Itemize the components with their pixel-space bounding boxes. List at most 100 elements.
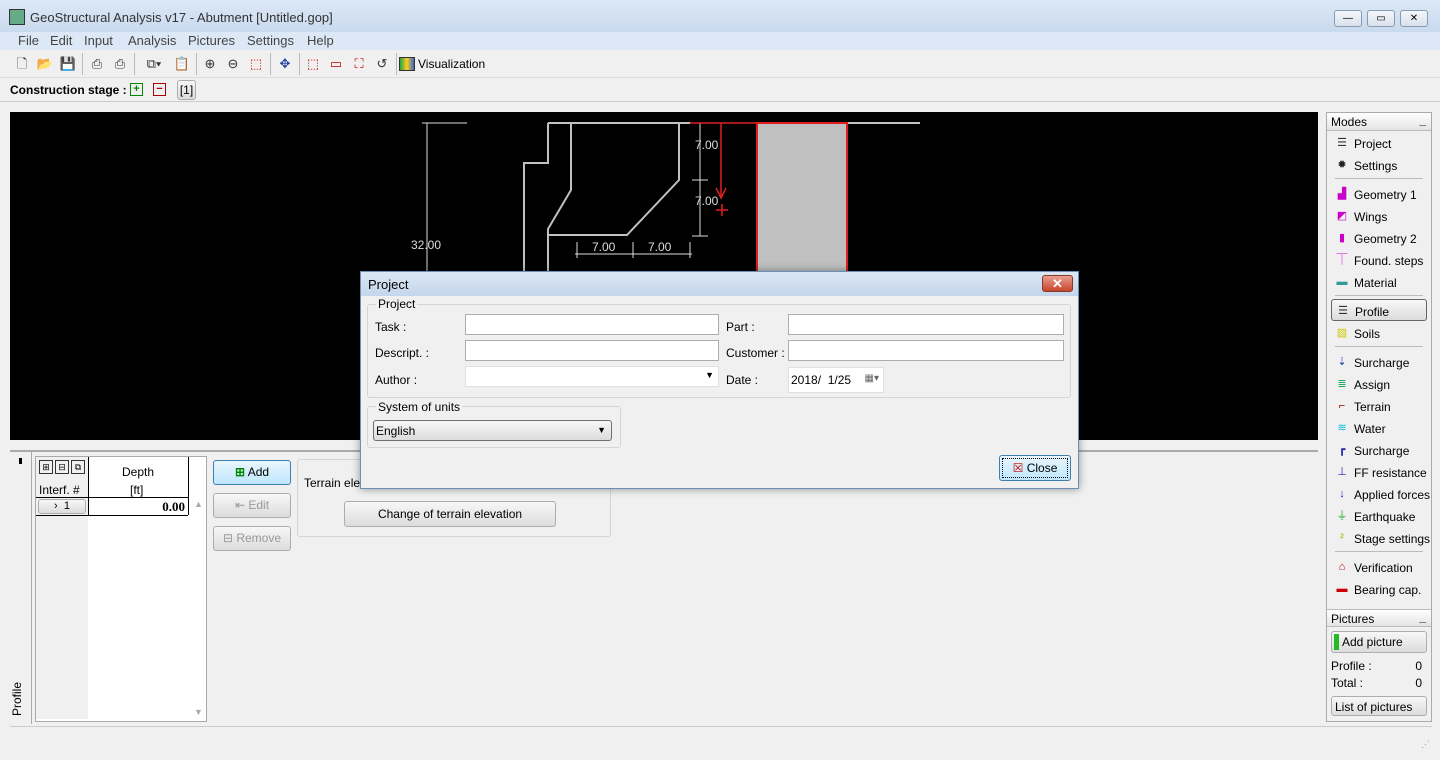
insert-row-icon[interactable]: ⊞: [39, 460, 53, 474]
mode-wings[interactable]: ◩ Wings: [1327, 204, 1431, 226]
profile-count-label: Profile :: [1331, 659, 1372, 673]
pin-icon[interactable]: [19, 458, 22, 464]
calendar-icon[interactable]: ▦▾: [865, 373, 879, 384]
menu-help[interactable]: Help: [307, 33, 334, 48]
wings-icon: ◩: [1336, 210, 1348, 222]
remove-button[interactable]: ⊟ Remove: [213, 526, 291, 551]
list-of-pictures-button[interactable]: List of pictures: [1331, 696, 1427, 716]
mode-label: Terrain: [1354, 399, 1391, 414]
earthquake-icon: ⏚: [1336, 510, 1348, 522]
scroll-down-icon[interactable]: ▼: [194, 707, 203, 717]
close-window-button[interactable]: ✕: [1400, 10, 1428, 27]
select-box-icon[interactable]: ⬚: [303, 54, 323, 74]
title-bar: GeoStructural Analysis v17 - Abutment [U…: [0, 0, 1440, 32]
water-icon: ≋: [1337, 422, 1347, 434]
gear-icon: ✹: [1337, 159, 1347, 171]
mode-water[interactable]: ≋ Water: [1327, 416, 1431, 438]
copy-dropdown-icon[interactable]: ⧉▾: [140, 54, 168, 74]
mode-surcharge[interactable]: ┏ Surcharge: [1327, 438, 1431, 460]
mode-assign[interactable]: ≣ Assign: [1327, 372, 1431, 394]
new-file-icon[interactable]: 🗋: [12, 54, 32, 74]
assign-icon: ≣: [1337, 378, 1347, 390]
mode-ff-resistance[interactable]: ⊥ FF resistance: [1327, 460, 1431, 482]
add-stage-icon[interactable]: +: [130, 83, 143, 96]
customer-input[interactable]: [788, 340, 1064, 361]
author-combobox[interactable]: ▼: [465, 366, 719, 387]
profile-panel: Profile ⊞ ⊟ ⧉ Interf. # Depth [ft] › 1 0…: [10, 450, 1318, 724]
menu-input[interactable]: Input: [84, 33, 113, 48]
select-frame-icon[interactable]: ▭: [326, 54, 346, 74]
stage-1-button[interactable]: [1]: [177, 80, 196, 100]
profile-side-tab[interactable]: Profile: [10, 682, 24, 716]
mode-label: Wings: [1354, 209, 1388, 224]
maximize-button[interactable]: ▭: [1367, 10, 1395, 27]
mode-bearing-cap[interactable]: ▬ Bearing cap.: [1327, 577, 1431, 599]
remove-stage-icon[interactable]: −: [153, 83, 166, 96]
soil-profile-rect: [756, 122, 848, 284]
terrain-icon: ⌐: [1338, 400, 1346, 412]
mode-surcharge[interactable]: ⇣ Surcharge: [1327, 350, 1431, 372]
menu-edit[interactable]: Edit: [50, 33, 72, 48]
mode-stage-settings[interactable]: ² Stage settings: [1327, 526, 1431, 548]
menu-analysis[interactable]: Analysis: [128, 33, 176, 48]
minimize-button[interactable]: —: [1334, 10, 1362, 27]
menu-pictures[interactable]: Pictures: [188, 33, 235, 48]
author-label: Author :: [375, 373, 418, 387]
mode-material[interactable]: ▬ Material: [1327, 270, 1431, 292]
terrain-elevation-label: Terrain elev: [304, 476, 367, 490]
mode-project[interactable]: ☰ Project: [1327, 131, 1431, 153]
chevron-down-icon: ▼: [597, 425, 606, 435]
dialog-close-icon[interactable]: ✕: [1042, 275, 1073, 292]
mode-geometry-1[interactable]: ▟ Geometry 1: [1327, 182, 1431, 204]
units-select[interactable]: English ▼: [373, 420, 612, 441]
menu-settings[interactable]: Settings: [247, 33, 294, 48]
table-row[interactable]: › 1: [38, 499, 86, 514]
add-button[interactable]: ⊞ Add: [213, 460, 291, 485]
zoom-extents-icon[interactable]: ⛶: [349, 54, 369, 74]
save-icon[interactable]: 💾: [58, 54, 78, 74]
close-x-icon: ☒: [1012, 461, 1024, 475]
remove-label: Remove: [236, 531, 282, 545]
total-count: 0: [1415, 676, 1422, 690]
description-input[interactable]: [465, 340, 719, 361]
delete-row-icon[interactable]: ⊟: [55, 460, 69, 474]
depth-cell[interactable]: 0.00: [136, 499, 185, 515]
zoom-window-icon[interactable]: ⬚: [246, 54, 266, 74]
mode-verification[interactable]: ⌂ Verification: [1327, 555, 1431, 577]
edit-button[interactable]: ⇤ Edit: [213, 493, 291, 518]
mode-earthquake[interactable]: ⏚ Earthquake: [1327, 504, 1431, 526]
paste-icon[interactable]: 📋: [172, 54, 192, 74]
chevron-down-icon[interactable]: ▼: [705, 370, 714, 380]
units-value: English: [376, 424, 416, 438]
rotate-view-icon[interactable]: ↺: [372, 54, 392, 74]
zoom-out-icon[interactable]: ⊖: [223, 54, 243, 74]
mode-found-steps[interactable]: ⏉ Found. steps: [1327, 248, 1431, 270]
print-preview-icon[interactable]: ⎙: [110, 54, 130, 74]
mode-geometry-2[interactable]: ▮ Geometry 2: [1327, 226, 1431, 248]
open-folder-icon[interactable]: 📂: [35, 54, 55, 74]
collapse-pictures-icon[interactable]: _: [1419, 610, 1426, 624]
scroll-up-icon[interactable]: ▲: [194, 499, 203, 509]
bearing-capacity-icon: ▬: [1336, 583, 1348, 595]
copy-row-icon[interactable]: ⧉: [71, 460, 85, 474]
change-terrain-elevation-button[interactable]: Change of terrain elevation: [344, 501, 556, 527]
collapse-modes-icon[interactable]: _: [1419, 113, 1426, 127]
task-input[interactable]: [465, 314, 719, 335]
mode-soils[interactable]: ▨ Soils: [1327, 321, 1431, 343]
date-picker[interactable]: 2018/ 1/25 ▦▾: [788, 367, 884, 393]
zoom-in-icon[interactable]: ⊕: [200, 54, 220, 74]
close-button[interactable]: ☒ Close: [999, 455, 1071, 481]
print-icon[interactable]: ⎙: [87, 54, 107, 74]
mode-settings[interactable]: ✹ Settings: [1327, 153, 1431, 175]
mode-applied-forces[interactable]: ↓ Applied forces: [1327, 482, 1431, 504]
project-dialog: Project ✕ Project Task : Part : Descript…: [360, 271, 1079, 489]
add-picture-button[interactable]: Add picture: [1331, 631, 1427, 653]
resize-grip-icon[interactable]: ⋰: [1421, 739, 1430, 750]
pan-icon[interactable]: ✥: [275, 54, 295, 74]
mode-label: Assign: [1354, 377, 1391, 392]
menu-file[interactable]: File: [18, 33, 39, 48]
mode-profile[interactable]: ☰ Profile: [1331, 299, 1427, 321]
visualization-button[interactable]: Visualization: [399, 54, 485, 74]
part-input[interactable]: [788, 314, 1064, 335]
mode-terrain[interactable]: ⌐ Terrain: [1327, 394, 1431, 416]
